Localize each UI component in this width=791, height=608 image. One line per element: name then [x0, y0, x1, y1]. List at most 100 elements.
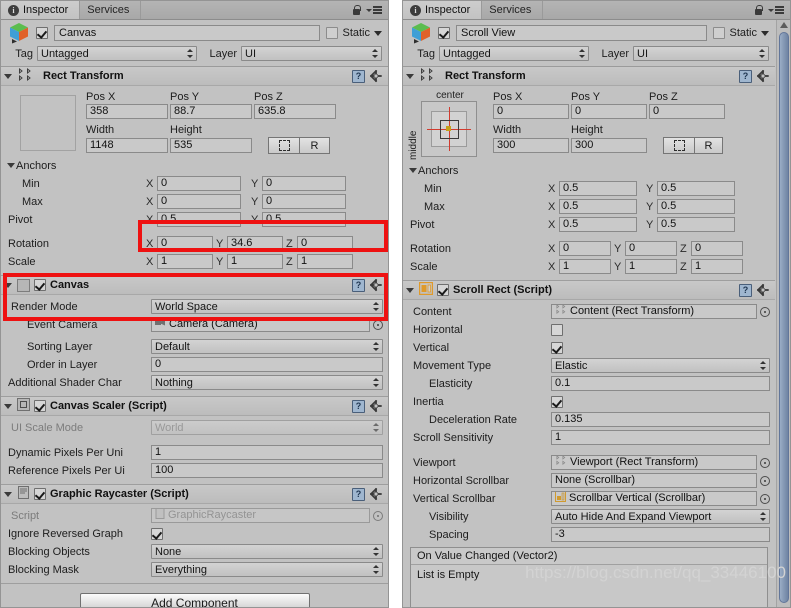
anchor-max-y-input[interactable]: 0.5	[657, 199, 735, 214]
inspector-vertical-scrollbar[interactable]	[776, 20, 790, 607]
rect-transform-header[interactable]: Rect Transform ?	[1, 67, 388, 86]
add-component-button[interactable]: Add Component	[79, 593, 310, 607]
pos-z-input[interactable]: 0	[649, 104, 725, 119]
anchor-min-x-input[interactable]: 0	[157, 176, 241, 191]
scale-z-input[interactable]: 1	[297, 254, 353, 269]
chevron-down-icon[interactable]	[761, 30, 769, 36]
foldout-icon[interactable]	[406, 287, 414, 293]
event-camera-objectfield[interactable]: Camera (Camera)	[151, 317, 370, 332]
gameobject-enabled-checkbox[interactable]	[36, 27, 48, 39]
canvas-header[interactable]: Canvas ?	[1, 276, 388, 295]
blueprint-mode-button[interactable]	[663, 137, 695, 154]
blocking-objects-dropdown[interactable]: None	[151, 544, 383, 559]
object-picker-icon[interactable]	[373, 319, 383, 330]
foldout-icon[interactable]	[4, 282, 12, 288]
anchor-min-x-input[interactable]: 0.5	[559, 181, 637, 196]
object-picker-icon[interactable]	[760, 493, 770, 504]
scroll-rect-enabled-checkbox[interactable]	[437, 284, 449, 296]
gameobject-name-input[interactable]: Scroll View	[456, 25, 708, 41]
pivot-y-input[interactable]: 0.5	[657, 217, 735, 232]
width-input[interactable]: 300	[493, 138, 569, 153]
viewport-objectfield[interactable]: Viewport (Rect Transform)	[551, 455, 757, 470]
horizontal-scrollbar-objectfield[interactable]: None (Scrollbar)	[551, 473, 757, 488]
gameobject-name-input[interactable]: Canvas	[54, 25, 321, 41]
options-menu-icon[interactable]	[366, 6, 382, 14]
tab-services[interactable]: Services	[482, 1, 544, 19]
pivot-x-input[interactable]: 0.5	[157, 212, 241, 227]
deceleration-rate-input[interactable]: 0.135	[551, 412, 770, 427]
gear-icon[interactable]	[370, 69, 383, 83]
anchor-max-x-input[interactable]: 0.5	[559, 199, 637, 214]
pivot-y-input[interactable]: 0.5	[262, 212, 346, 227]
gear-icon[interactable]	[370, 399, 383, 413]
blueprint-mode-button[interactable]	[268, 137, 300, 154]
movement-type-dropdown[interactable]: Elastic	[551, 358, 770, 373]
lock-icon[interactable]	[754, 4, 763, 16]
sorting-layer-dropdown[interactable]: Default	[151, 339, 383, 354]
scroll-rect-header[interactable]: Scroll Rect (Script) ?	[403, 281, 775, 300]
static-toggle-group[interactable]: Static	[326, 27, 382, 39]
blocking-mask-dropdown[interactable]: Everything	[151, 562, 383, 577]
pos-y-input[interactable]: 88.7	[170, 104, 252, 119]
elasticity-input[interactable]: 0.1	[551, 376, 770, 391]
layer-dropdown[interactable]: UI	[633, 46, 769, 61]
scale-z-input[interactable]: 1	[691, 259, 743, 274]
spacing-input[interactable]: -3	[551, 527, 770, 542]
foldout-icon[interactable]	[4, 403, 12, 409]
tab-inspector[interactable]: i Inspector	[1, 1, 81, 19]
order-in-layer-input[interactable]: 0	[151, 357, 383, 372]
object-picker-icon[interactable]	[760, 457, 770, 468]
foldout-icon[interactable]	[4, 491, 12, 497]
graphic-raycaster-header[interactable]: Graphic Raycaster (Script) ?	[1, 485, 388, 504]
anchor-preset-preview[interactable]	[20, 95, 76, 151]
canvas-scaler-enabled-checkbox[interactable]	[34, 400, 46, 412]
tag-dropdown[interactable]: Untagged	[439, 46, 589, 61]
gear-icon[interactable]	[370, 278, 383, 292]
rotation-z-input[interactable]: 0	[691, 241, 743, 256]
height-input[interactable]: 300	[571, 138, 647, 153]
scale-x-input[interactable]: 1	[157, 254, 213, 269]
pos-y-input[interactable]: 0	[571, 104, 647, 119]
vertical-scrollbar-objectfield[interactable]: Scrollbar Vertical (Scrollbar)	[551, 491, 757, 506]
scrollbar-thumb[interactable]	[779, 32, 789, 603]
help-icon[interactable]: ?	[352, 278, 365, 292]
rotation-x-input[interactable]: 0	[559, 241, 611, 256]
rotation-y-input[interactable]: 0	[625, 241, 677, 256]
gear-icon[interactable]	[370, 487, 383, 501]
gear-icon[interactable]	[757, 69, 770, 83]
lock-icon[interactable]	[352, 4, 361, 16]
content-objectfield[interactable]: Content (Rect Transform)	[551, 304, 757, 319]
tab-services[interactable]: Services	[80, 1, 142, 19]
options-menu-icon[interactable]	[768, 6, 784, 14]
reference-pixels-input[interactable]: 100	[151, 463, 383, 478]
render-mode-dropdown[interactable]: World Space	[151, 299, 383, 314]
graphic-raycaster-enabled-checkbox[interactable]	[34, 488, 46, 500]
static-checkbox[interactable]	[326, 27, 339, 39]
anchor-min-y-input[interactable]: 0	[262, 176, 346, 191]
ignore-reversed-checkbox[interactable]	[151, 527, 163, 540]
pos-z-input[interactable]: 635.8	[254, 104, 336, 119]
raw-edit-button[interactable]: R	[695, 137, 723, 154]
rotation-y-input[interactable]: 34.6	[227, 236, 283, 251]
additional-shader-dropdown[interactable]: Nothing	[151, 375, 383, 390]
anchor-min-y-input[interactable]: 0.5	[657, 181, 735, 196]
vertical-checkbox[interactable]	[551, 341, 563, 354]
pivot-x-input[interactable]: 0.5	[559, 217, 637, 232]
rect-transform-header[interactable]: Rect Transform ?	[403, 67, 775, 86]
help-icon[interactable]: ?	[352, 487, 365, 501]
scale-y-input[interactable]: 1	[625, 259, 677, 274]
pos-x-input[interactable]: 0	[493, 104, 569, 119]
dynamic-pixels-input[interactable]: 1	[151, 445, 383, 460]
static-checkbox[interactable]	[713, 27, 726, 39]
object-picker-icon[interactable]	[760, 306, 770, 317]
raw-edit-button[interactable]: R	[300, 137, 330, 154]
static-toggle-group[interactable]: Static	[713, 27, 769, 39]
help-icon[interactable]: ?	[352, 399, 365, 413]
canvas-scaler-header[interactable]: Canvas Scaler (Script) ?	[1, 397, 388, 416]
gear-icon[interactable]	[757, 283, 770, 297]
visibility-dropdown[interactable]: Auto Hide And Expand Viewport	[551, 509, 770, 524]
help-icon[interactable]: ?	[352, 69, 365, 83]
height-input[interactable]: 535	[170, 138, 252, 153]
anchor-preset-widget[interactable]	[421, 101, 477, 157]
help-icon[interactable]: ?	[739, 283, 752, 297]
